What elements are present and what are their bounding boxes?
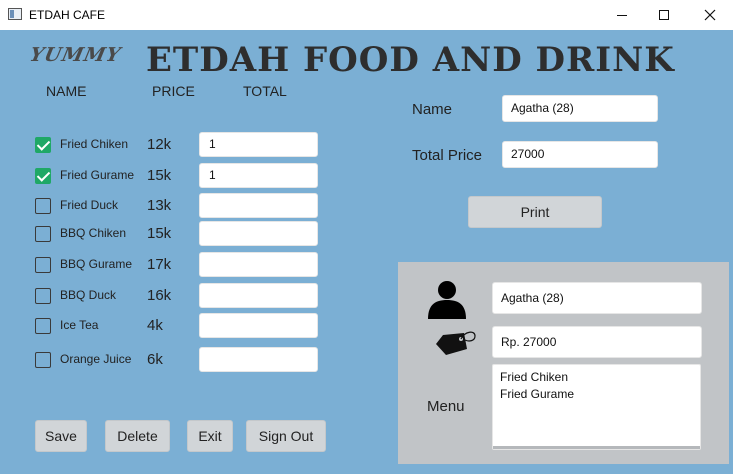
total-price-field[interactable]: 27000 [502, 141, 658, 168]
sign-out-button[interactable]: Sign Out [246, 420, 326, 452]
item-name: Orange Juice [60, 352, 132, 366]
window-title: ETDAH CAFE [29, 8, 106, 22]
item-price: 4k [147, 317, 163, 334]
delete-button[interactable]: Delete [105, 420, 170, 452]
quantity-input[interactable]: 1 [199, 132, 318, 157]
quantity-input[interactable] [199, 221, 318, 246]
item-price: 15k [147, 225, 172, 242]
app-content: YUMMY ETDAH FOOD AND DRINK NAME PRICE TO… [0, 30, 733, 474]
item-checkbox-fried-gurame[interactable] [35, 168, 51, 184]
column-header-price: PRICE [152, 83, 195, 99]
item-price: 16k [147, 287, 172, 304]
item-checkbox-fried-chiken[interactable] [35, 137, 51, 153]
receipt-customer-field[interactable]: Agatha (28) [492, 282, 702, 314]
item-name: Fried Gurame [60, 168, 135, 182]
close-icon [704, 9, 716, 21]
total-price-label: Total Price [412, 147, 483, 164]
item-price: 12k [147, 136, 172, 153]
item-price: 6k [147, 351, 163, 368]
item-price: 17k [147, 256, 172, 273]
maximize-icon [659, 10, 669, 20]
list-item: Fried Chiken [500, 370, 569, 384]
name-label: Name [412, 101, 453, 118]
receipt-menu-list[interactable]: Fried Chiken Fried Gurame [492, 364, 701, 450]
item-price: 13k [147, 197, 172, 214]
window-titlebar: ETDAH CAFE [0, 0, 737, 30]
quantity-input[interactable] [199, 313, 318, 338]
item-name: Fried Duck [60, 198, 119, 212]
window-edge [733, 30, 737, 474]
quantity-input[interactable] [199, 283, 318, 308]
item-checkbox-ice-tea[interactable] [35, 318, 51, 334]
logo-script: YUMMY [27, 44, 124, 66]
item-name: BBQ Gurame [60, 257, 133, 271]
close-button[interactable] [687, 0, 733, 30]
minimize-icon [617, 15, 627, 16]
receipt-panel: Agatha (28) Rp. 27000 Menu Fried Chiken … [398, 262, 729, 464]
item-name: Fried Chiken [60, 137, 129, 151]
quantity-input[interactable] [199, 193, 318, 218]
item-price: 15k [147, 167, 172, 184]
price-tag-icon [436, 331, 476, 355]
app-icon [8, 8, 22, 20]
user-icon [428, 281, 466, 319]
item-checkbox-fried-duck[interactable] [35, 198, 51, 214]
item-checkbox-bbq-gurame[interactable] [35, 257, 51, 273]
item-name: Ice Tea [60, 318, 99, 332]
quantity-input[interactable] [199, 347, 318, 372]
item-name: BBQ Chiken [60, 226, 127, 240]
item-checkbox-bbq-duck[interactable] [35, 288, 51, 304]
item-checkbox-bbq-chiken[interactable] [35, 226, 51, 242]
quantity-input[interactable]: 1 [199, 163, 318, 188]
print-button[interactable]: Print [468, 196, 602, 228]
column-header-total: TOTAL [243, 83, 287, 99]
minimize-button[interactable] [599, 0, 645, 30]
save-button[interactable]: Save [35, 420, 87, 452]
column-header-name: NAME [46, 83, 87, 99]
maximize-button[interactable] [641, 0, 687, 30]
item-name: BBQ Duck [60, 288, 117, 302]
menu-label: Menu [427, 398, 465, 415]
customer-name-field[interactable]: Agatha (28) [502, 95, 658, 122]
receipt-price-field[interactable]: Rp. 27000 [492, 326, 702, 358]
exit-button[interactable]: Exit [187, 420, 233, 452]
page-title: ETDAH FOOD AND DRINK [146, 40, 675, 80]
horizontal-scrollbar[interactable] [493, 446, 700, 449]
list-item: Fried Gurame [500, 387, 575, 401]
quantity-input[interactable] [199, 252, 318, 277]
item-checkbox-orange-juice[interactable] [35, 352, 51, 368]
